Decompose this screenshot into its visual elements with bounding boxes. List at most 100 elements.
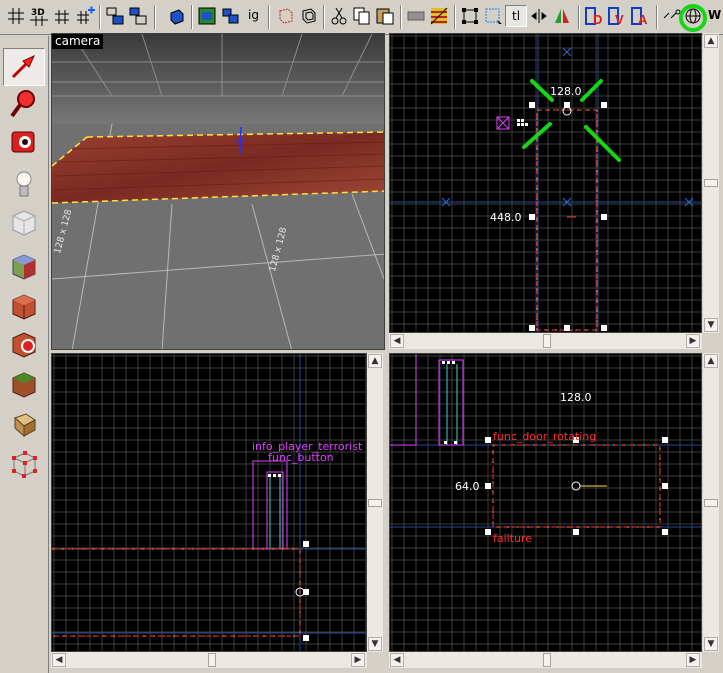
toggle-display-a-button[interactable]: A	[629, 5, 651, 27]
scroll-left-button[interactable]: ◀	[390, 334, 404, 348]
ig-label: ig	[248, 8, 259, 22]
toolbar-separator	[99, 5, 101, 29]
texture-lock-icon	[430, 7, 448, 25]
front-view-vertical-scrollbar[interactable]: ▲ ▼	[367, 353, 383, 652]
scroll-left-button[interactable]: ◀	[390, 653, 404, 667]
sphere-grid-button[interactable]	[682, 5, 704, 27]
scroll-up-button[interactable]: ▲	[368, 354, 382, 368]
svg-text:D: D	[593, 12, 602, 27]
top-grid	[390, 34, 701, 332]
block-tool-button[interactable]	[3, 204, 45, 242]
side-view-vertical-scrollbar[interactable]: ▲ ▼	[703, 353, 719, 652]
front-view-horizontal-scrollbar[interactable]: ◀ ▶	[51, 652, 367, 668]
toggle-text-button[interactable]: tl	[505, 5, 527, 27]
carve-icon	[279, 8, 293, 24]
vertex-tool-button[interactable]	[3, 406, 45, 444]
ignore-groups-button[interactable]: ig	[242, 5, 264, 27]
selection-box-icon	[407, 11, 425, 21]
smaller-grid-button[interactable]	[51, 5, 73, 27]
scroll-up-button[interactable]: ▲	[704, 34, 718, 48]
vertex-manip-tool-button[interactable]	[3, 446, 45, 484]
grid-plus-icon	[77, 6, 95, 24]
scroll-thumb[interactable]	[704, 179, 718, 187]
cut-button[interactable]	[328, 5, 350, 27]
toolbar-separator	[454, 5, 456, 29]
entity-tool-button[interactable]	[3, 166, 45, 204]
top-2d-viewport[interactable]: 128.0 448.0	[389, 33, 702, 333]
scroll-thumb[interactable]	[368, 499, 382, 507]
scroll-thumb[interactable]	[543, 653, 551, 667]
toolbar-separator	[578, 5, 580, 29]
toolbar-overflow-button[interactable]: W	[705, 5, 723, 27]
camera-icon	[11, 131, 35, 153]
scroll-down-button[interactable]: ▼	[368, 637, 382, 651]
toggle-display-d-button[interactable]: D	[583, 5, 605, 27]
scroll-right-button[interactable]: ▶	[686, 334, 700, 348]
handles-button[interactable]	[459, 5, 481, 27]
side-view-horizontal-scrollbar[interactable]: ◀ ▶	[389, 652, 702, 668]
selection-tool-button[interactable]	[3, 48, 45, 86]
hide-unselected-button[interactable]	[219, 5, 241, 27]
scroll-up-button[interactable]: ▲	[704, 354, 718, 368]
toolbar-separator	[323, 5, 325, 29]
scroll-thumb[interactable]	[704, 499, 718, 507]
link-icon	[663, 9, 681, 19]
scroll-down-button[interactable]: ▼	[704, 637, 718, 651]
side-grid	[390, 354, 701, 651]
group-icon	[106, 7, 124, 25]
front-2d-viewport[interactable]: info_player_terrorist func_button	[51, 353, 367, 652]
ungroup-button[interactable]	[127, 5, 149, 27]
grid-toggle-button[interactable]	[5, 5, 27, 27]
top-view-vertical-scrollbar[interactable]: ▲ ▼	[703, 33, 719, 333]
side-2d-viewport[interactable]: 128.0 func_door_rotating 64.0 failture	[389, 353, 702, 652]
apply-decal-tool-button[interactable]	[3, 288, 45, 326]
height-dimension-label: 448.0	[490, 211, 522, 224]
top-view-horizontal-scrollbar[interactable]: ◀ ▶	[389, 333, 702, 349]
scroll-down-button[interactable]: ▼	[704, 318, 718, 332]
carve-button[interactable]	[275, 5, 297, 27]
larger-grid-button[interactable]	[74, 5, 96, 27]
copy-button[interactable]	[351, 5, 373, 27]
cordon-icon	[170, 9, 184, 25]
scroll-thumb[interactable]	[543, 334, 551, 348]
width-dimension-label: 128.0	[560, 391, 592, 404]
scroll-left-button[interactable]: ◀	[52, 653, 66, 667]
magnify-tool-button[interactable]	[3, 86, 45, 124]
texture-lock-button[interactable]	[428, 5, 450, 27]
entity-label-door: func_door_rotating	[493, 430, 597, 443]
handles-icon	[462, 8, 478, 24]
selection-outline-button[interactable]	[482, 5, 504, 27]
scroll-right-button[interactable]: ▶	[686, 653, 700, 667]
cordon-button[interactable]	[166, 5, 188, 27]
camera-viewport[interactable]: camera 128 x 128 128 x 128	[51, 33, 385, 350]
display-a-icon: A	[631, 7, 648, 27]
main-toolbar: 3D ig tl D V A W	[0, 0, 723, 35]
flip-horizontal-button[interactable]	[528, 5, 550, 27]
make-hollow-button[interactable]	[298, 5, 320, 27]
overlay-cube-icon	[12, 332, 36, 358]
entity-report-button[interactable]	[551, 5, 573, 27]
auto-visgroup-button[interactable]	[661, 5, 683, 27]
toggle-display-v-button[interactable]: V	[606, 5, 628, 27]
clip-cube-icon	[12, 372, 36, 398]
group-button[interactable]	[104, 5, 126, 27]
overlay-tool-button[interactable]	[3, 326, 45, 364]
selection-box-button[interactable]	[405, 5, 427, 27]
hide-selected-button[interactable]	[196, 5, 218, 27]
paste-button[interactable]	[374, 5, 396, 27]
apply-texture-tool-button[interactable]	[3, 248, 45, 286]
paste-icon	[376, 8, 394, 25]
svg-text:V: V	[615, 12, 624, 27]
grid-3d-icon	[30, 16, 48, 26]
scroll-right-button[interactable]: ▶	[351, 653, 365, 667]
camera-tool-button[interactable]	[3, 124, 45, 162]
align-icon	[555, 9, 569, 23]
hide-unselected-icon	[222, 8, 239, 24]
clipping-tool-button[interactable]	[3, 366, 45, 404]
toolbar-separator	[656, 5, 658, 29]
3d-grid-button[interactable]: 3D	[28, 5, 50, 27]
lightbulb-icon	[16, 171, 32, 197]
front-grid	[52, 354, 366, 651]
scroll-thumb[interactable]	[208, 653, 216, 667]
toolbar-separator	[191, 5, 193, 29]
